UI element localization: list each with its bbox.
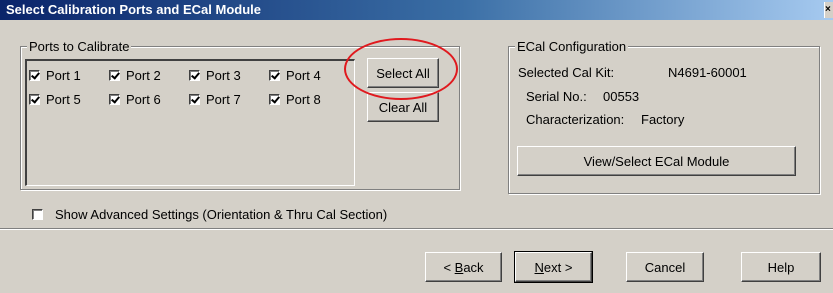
back-rest: ack [463, 259, 484, 275]
serial-number-label: Serial No.: [526, 89, 587, 104]
ecal-config-legend: ECal Configuration [515, 39, 629, 54]
selected-cal-kit-label: Selected Cal Kit: [518, 65, 615, 80]
checkbox-box[interactable] [109, 93, 120, 105]
next-rest: ext > [543, 259, 573, 275]
port-8-checkbox[interactable]: Port 8 [269, 91, 321, 107]
help-button[interactable]: Help [741, 252, 821, 282]
port-5-checkbox[interactable]: Port 5 [29, 91, 81, 107]
checkbox-box[interactable] [29, 93, 40, 105]
port-label: Port 3 [206, 67, 241, 83]
port-label: Port 6 [126, 91, 161, 107]
checkbox-box[interactable] [32, 208, 43, 220]
port-6-checkbox[interactable]: Port 6 [109, 91, 161, 107]
window-title: Select Calibration Ports and ECal Module [6, 2, 261, 17]
checkbox-box[interactable] [189, 93, 200, 105]
clear-all-button[interactable]: Clear All [367, 92, 439, 122]
port-4-checkbox[interactable]: Port 4 [269, 67, 321, 83]
close-button[interactable]: × [824, 2, 833, 18]
port-label: Port 1 [46, 67, 81, 83]
port-2-checkbox[interactable]: Port 2 [109, 67, 161, 83]
selected-cal-kit-value: N4691-60001 [668, 65, 747, 80]
show-advanced-settings-label: Show Advanced Settings (Orientation & Th… [55, 206, 388, 222]
characterization-label: Characterization: [526, 112, 625, 127]
back-prefix: < [443, 259, 455, 275]
view-select-ecal-button[interactable]: View/Select ECal Module [517, 146, 796, 176]
back-button[interactable]: < Back [425, 252, 502, 282]
checkbox-box[interactable] [109, 69, 120, 81]
show-advanced-settings-checkbox[interactable]: Show Advanced Settings (Orientation & Th… [32, 206, 387, 222]
title-bar: Select Calibration Ports and ECal Module… [0, 0, 833, 20]
port-3-checkbox[interactable]: Port 3 [189, 67, 241, 83]
next-mnemonic: N [534, 259, 544, 275]
characterization-value: Factory [641, 112, 685, 127]
port-label: Port 7 [206, 91, 241, 107]
cancel-button[interactable]: Cancel [626, 252, 704, 282]
back-mnemonic: B [454, 259, 464, 275]
select-all-button[interactable]: Select All [367, 58, 439, 88]
port-label: Port 4 [286, 67, 321, 83]
ports-group-legend: Ports to Calibrate [27, 39, 132, 54]
port-7-checkbox[interactable]: Port 7 [189, 91, 241, 107]
checkbox-box[interactable] [29, 69, 40, 81]
port-label: Port 5 [46, 91, 81, 107]
ports-panel: Port 1 Port 2 Port 3 Port 4 Port 5 Port … [25, 59, 355, 186]
port-1-checkbox[interactable]: Port 1 [29, 67, 81, 83]
checkbox-box[interactable] [269, 93, 280, 105]
serial-number-value: 00553 [603, 89, 640, 104]
footer-separator [0, 228, 833, 230]
dialog-window: Select Calibration Ports and ECal Module… [0, 0, 833, 293]
checkbox-box[interactable] [189, 69, 200, 81]
next-button[interactable]: Next > [514, 251, 593, 283]
port-label: Port 8 [286, 91, 321, 107]
port-label: Port 2 [126, 67, 161, 83]
checkbox-box[interactable] [269, 69, 280, 81]
